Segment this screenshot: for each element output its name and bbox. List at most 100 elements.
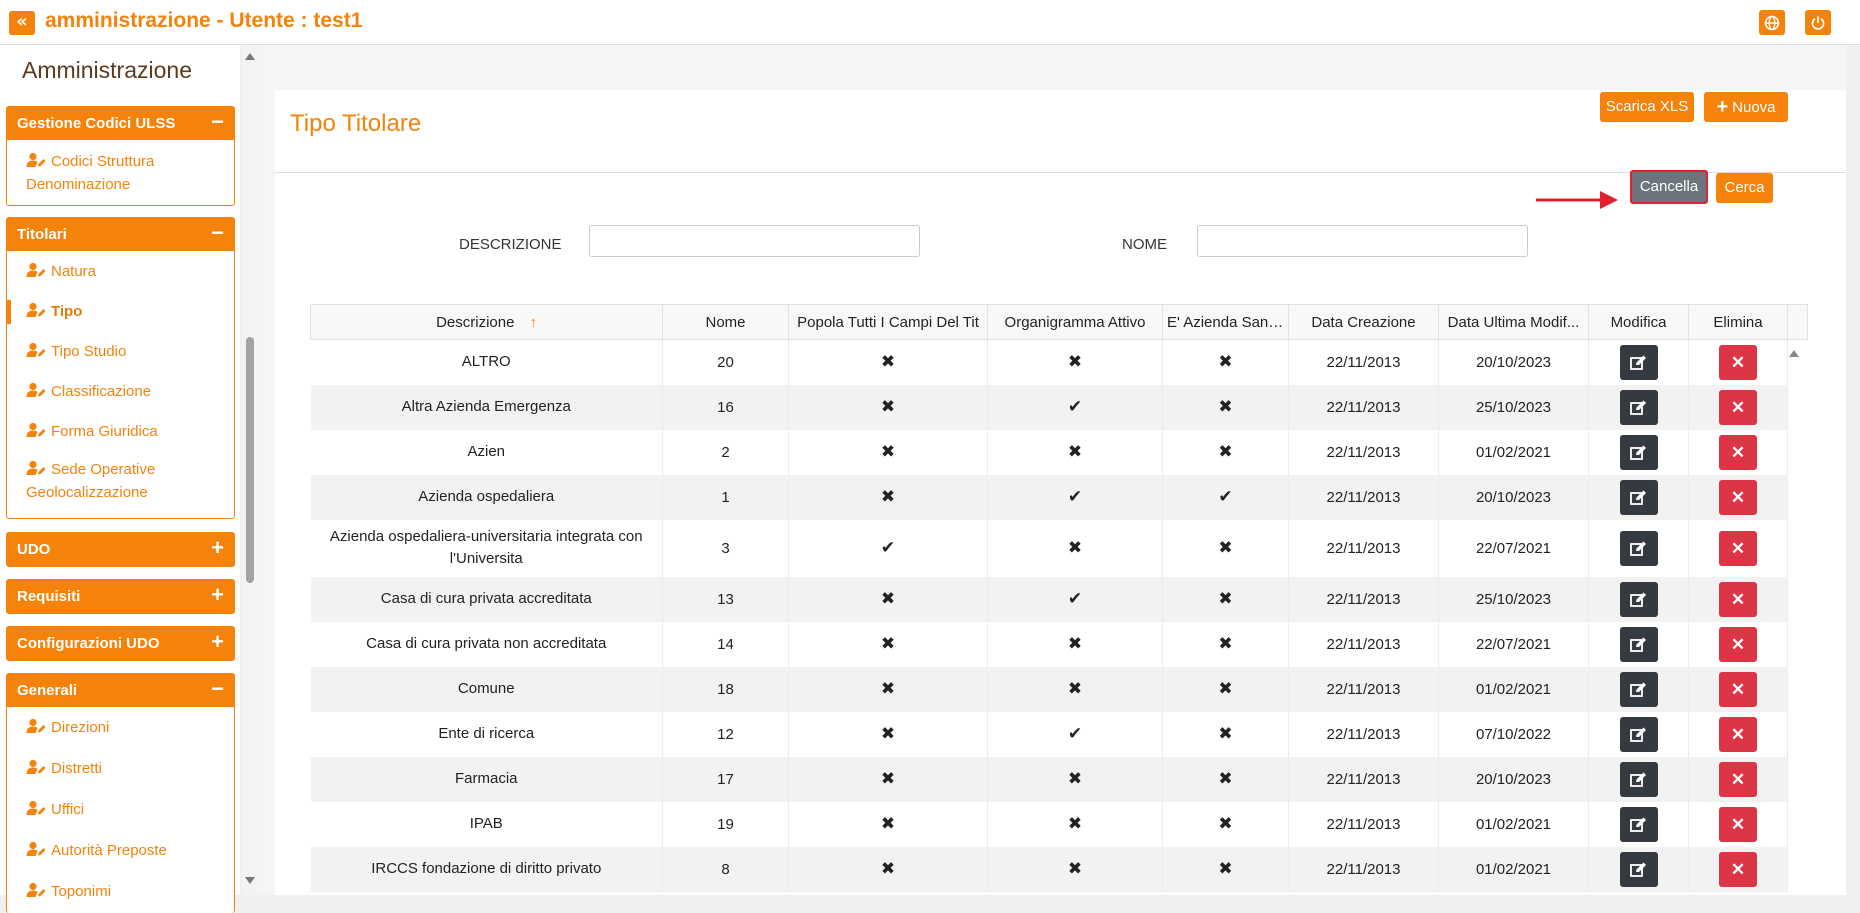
sidebar-item-autorita-preposte[interactable]: Autorità Preposte	[7, 839, 234, 863]
download-xls-button[interactable]: Scarica XLS	[1600, 92, 1694, 122]
column-header-descrizione[interactable]: Descrizione ↑	[310, 304, 663, 340]
panel-header-titolari[interactable]: Titolari −	[7, 218, 234, 251]
search-button[interactable]: Cerca	[1716, 173, 1773, 203]
sidebar-item-tipo-studio[interactable]: Tipo Studio	[7, 340, 234, 364]
cell-data-ultima-modifica: 01/02/2021	[1438, 429, 1589, 475]
scroll-up-icon[interactable]	[245, 53, 255, 60]
sidebar-item-label: Distretti	[51, 760, 102, 777]
delete-button[interactable]: ✕	[1719, 806, 1757, 842]
delete-button[interactable]: ✕	[1719, 581, 1757, 617]
column-header-popola[interactable]: Popola Tutti I Campi Del Tit	[788, 304, 988, 340]
sidebar-item-tipo[interactable]: Tipo	[7, 300, 234, 324]
edit-button[interactable]	[1619, 344, 1658, 380]
scroll-up-icon[interactable]	[1789, 350, 1799, 357]
column-header-data-creazione[interactable]: Data Creazione	[1288, 304, 1439, 340]
panel-header-gestione-codici-ulss[interactable]: Gestione Codici ULSS −	[7, 107, 234, 140]
table-row[interactable]: Ente di ricerca 12 ✖ ✔ ✖ 22/11/2013 07/10/2022…	[310, 711, 1808, 757]
delete-button[interactable]: ✕	[1719, 479, 1757, 515]
cell-data-ultima-modifica: 22/07/2021	[1438, 519, 1589, 577]
delete-button[interactable]: ✕	[1719, 344, 1757, 380]
delete-button[interactable]: ✕	[1719, 434, 1757, 470]
edit-button[interactable]	[1619, 806, 1658, 842]
panel-header-udo[interactable]: UDO +	[7, 533, 234, 566]
scroll-down-icon[interactable]	[245, 877, 255, 884]
logout-button[interactable]	[1805, 10, 1831, 35]
language-button[interactable]	[1759, 10, 1785, 35]
edit-icon	[1630, 400, 1646, 415]
edit-button[interactable]	[1619, 671, 1658, 707]
sidebar-item-classificazione[interactable]: Classificazione	[7, 380, 234, 404]
table-row[interactable]: Casa di cura privata accreditata 13 ✖ ✔ ✖ 22/…	[310, 576, 1808, 622]
edit-button[interactable]	[1619, 530, 1658, 566]
table-row[interactable]: Azien 2 ✖ ✖ ✖ 22/11/2013 01/02/2021 ✕	[310, 429, 1808, 475]
sidebar-item-distretti[interactable]: Distretti	[7, 757, 234, 781]
table-row[interactable]: Azienda ospedaliera 1 ✖ ✔ ✔ 22/11/2013 20/10/2…	[310, 474, 1808, 520]
panel-header-requisiti[interactable]: Requisiti +	[7, 580, 234, 613]
cell-organigramma: ✖	[987, 756, 1163, 802]
edit-button[interactable]	[1619, 479, 1658, 515]
cell-modifica	[1588, 519, 1689, 577]
table-row[interactable]: Azienda ospedaliera-universitaria integr…	[310, 519, 1808, 577]
cell-azienda-sanitaria: ✔	[1162, 474, 1289, 520]
sidebar-scroll-thumb[interactable]	[246, 337, 254, 583]
sidebar-item-sede-operative[interactable]: Sede Operative Geolocalizzazione	[7, 458, 234, 504]
descrizione-input[interactable]	[589, 225, 920, 257]
cell-elimina: ✕	[1688, 801, 1788, 847]
column-header-nome[interactable]: Nome	[662, 304, 789, 340]
edit-button[interactable]	[1619, 761, 1658, 797]
delete-button[interactable]: ✕	[1719, 851, 1757, 887]
edit-button[interactable]	[1619, 851, 1658, 887]
panel-title: Titolari	[17, 226, 67, 243]
nome-label: NOME	[1122, 236, 1167, 253]
delete-button[interactable]: ✕	[1719, 389, 1757, 425]
cell-popola: ✖	[788, 621, 988, 667]
close-icon: ✕	[1730, 724, 1746, 744]
collapse-icon: −	[211, 676, 224, 701]
cancel-button[interactable]: Cancella	[1630, 170, 1708, 204]
user-edit-icon	[26, 759, 46, 774]
table-row[interactable]: IPAB 19 ✖ ✖ ✖ 22/11/2013 01/02/2021 ✕	[310, 801, 1808, 847]
delete-button[interactable]: ✕	[1719, 716, 1757, 752]
sidebar-item-codici-struttura[interactable]: Codici Struttura Denominazione	[7, 150, 234, 196]
column-header-data-ultima-modifica[interactable]: Data Ultima Modif...	[1438, 304, 1589, 340]
table-row[interactable]: Comune 18 ✖ ✖ ✖ 22/11/2013 01/02/2021 ✕	[310, 666, 1808, 712]
button-label: Cancella	[1639, 178, 1699, 195]
edit-button[interactable]	[1619, 626, 1658, 662]
cell-popola: ✖	[788, 429, 988, 475]
edit-button[interactable]	[1619, 716, 1658, 752]
delete-button[interactable]: ✕	[1719, 626, 1757, 662]
sidebar-item-toponimi[interactable]: Toponimi	[7, 880, 234, 904]
edit-button[interactable]	[1619, 389, 1658, 425]
table-row[interactable]: ALTRO 20 ✖ ✖ ✖ 22/11/2013 20/10/2023 ✕	[310, 339, 1808, 385]
edit-button[interactable]	[1619, 581, 1658, 617]
sidebar-item-label: Uffici	[51, 801, 85, 818]
table-row[interactable]: Farmacia 17 ✖ ✖ ✖ 22/11/2013 20/10/2023 ✕	[310, 756, 1808, 802]
panel-header-configurazioni-udo[interactable]: Configurazioni UDO +	[7, 627, 234, 660]
cell-popola: ✖	[788, 846, 988, 892]
table-scrollbar[interactable]	[1787, 340, 1801, 895]
nome-input[interactable]	[1197, 225, 1528, 257]
column-header-azienda-sanitaria[interactable]: E' Azienda Sani...	[1162, 304, 1289, 340]
delete-button[interactable]: ✕	[1719, 530, 1757, 566]
sidebar-item-direzioni[interactable]: Direzioni	[7, 716, 234, 740]
table-row[interactable]: Altra Azienda Emergenza 16 ✖ ✔ ✖ 22/11/2013 25…	[310, 384, 1808, 430]
cell-modifica	[1588, 846, 1689, 892]
table-row[interactable]: Casa di cura privata non accreditata 14 ✖ ✖…	[310, 621, 1808, 667]
column-header-organigramma[interactable]: Organigramma Attivo	[987, 304, 1163, 340]
sidebar-scrollbar[interactable]	[242, 45, 258, 895]
panel-header-generali[interactable]: Generali −	[7, 674, 234, 707]
expand-icon: +	[211, 582, 224, 607]
cell-azienda-sanitaria: ✖	[1162, 519, 1289, 577]
edit-button[interactable]	[1619, 434, 1658, 470]
sidebar-item-natura[interactable]: Natura	[7, 260, 234, 284]
cell-data-ultima-modifica: 01/02/2021	[1438, 666, 1589, 712]
cell-descrizione: Azien	[310, 429, 663, 475]
table-row[interactable]: IRCCS fondazione di diritto privato 8 ✖ ✖ ✖ 2…	[310, 846, 1808, 892]
delete-button[interactable]: ✕	[1719, 671, 1757, 707]
collapse-sidebar-button[interactable]: «	[9, 11, 35, 35]
sidebar-item-uffici[interactable]: Uffici	[7, 798, 234, 822]
sidebar-item-forma-giuridica[interactable]: Forma Giuridica	[7, 420, 234, 444]
delete-button[interactable]: ✕	[1719, 761, 1757, 797]
cell-descrizione: IPAB	[310, 801, 663, 847]
new-button[interactable]: + Nuova	[1704, 92, 1788, 122]
